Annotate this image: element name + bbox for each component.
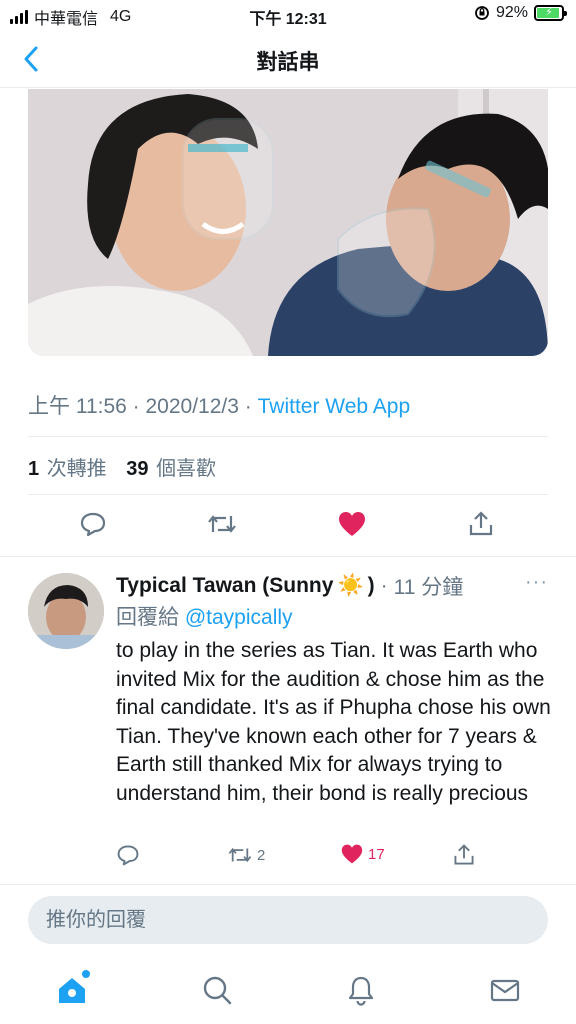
tweet-date: 2020/12/3 (145, 395, 239, 418)
reply-retweet-count: 2 (257, 846, 266, 864)
meta-separator: · (238, 395, 258, 418)
sun-emoji-icon: ☀️ (337, 574, 364, 597)
tab-notifications[interactable] (341, 970, 381, 1010)
reply-like-button[interactable]: 17 (340, 843, 385, 865)
share-icon (454, 844, 474, 865)
tweet-meta: 上午 11:56 · 2020/12/3 · Twitter Web App (28, 390, 410, 420)
reply-text: to play in the series as Tian. It was Ea… (116, 639, 551, 805)
tweet-stats: 1 次轉推 39 個喜歡 (28, 452, 230, 481)
nav-bar: 對話串 (0, 30, 576, 88)
reply-share-button[interactable] (452, 843, 476, 867)
reply-to-handle[interactable]: @taypically (185, 606, 293, 629)
battery-icon: ⚡ (534, 5, 567, 21)
tweet-actions (0, 506, 576, 546)
reply-author-name[interactable]: Typical Tawan (Sunny (116, 574, 333, 598)
reply-actions: 2 17 (0, 843, 576, 873)
page-title: 對話串 (256, 51, 320, 74)
reply-tweet[interactable]: Typical Tawan (Sunny ☀️ ) · 11 分鐘 ··· 回覆… (0, 557, 576, 884)
search-icon (203, 976, 232, 1005)
like-count: 39 (126, 458, 149, 480)
status-right: 92% ⚡ (474, 4, 567, 22)
reply-retweet-button[interactable]: 2 (227, 843, 265, 867)
tweet-photo[interactable] (28, 89, 548, 356)
tab-search[interactable] (197, 970, 237, 1010)
tweet-time: 上午 11:56 (28, 395, 127, 418)
reply-reply-button[interactable] (116, 843, 140, 867)
heart-filled-icon (341, 844, 363, 864)
retweet-button[interactable] (204, 506, 240, 542)
retweet-label: 次轉推 (46, 458, 107, 480)
photo-illustration (28, 89, 548, 356)
like-button[interactable] (334, 506, 370, 542)
reply-button[interactable] (75, 506, 111, 542)
retweet-count: 1 (28, 458, 40, 480)
tweet-source-link[interactable]: Twitter Web App (258, 395, 411, 418)
divider (28, 494, 548, 495)
reply-to-line: 回覆給 @taypically (116, 601, 293, 631)
reply-header: Typical Tawan (Sunny ☀️ ) · 11 分鐘 (116, 571, 463, 601)
reply-to-label: 回覆給 (116, 606, 179, 629)
tab-home[interactable] (52, 970, 92, 1010)
tab-bar (0, 956, 576, 1024)
reply-compose-box[interactable] (28, 896, 548, 944)
share-button[interactable] (463, 506, 499, 542)
reply-dot: · (380, 574, 388, 597)
retweet-stat[interactable]: 1 次轉推 (28, 458, 121, 480)
charging-bolt-icon: ⚡ (545, 6, 553, 19)
orientation-lock-icon (475, 6, 489, 20)
retweet-icon (228, 847, 252, 863)
meta-separator: · (126, 395, 146, 418)
share-icon (469, 511, 493, 536)
bell-icon (348, 976, 374, 1006)
battery-percent: 92% (495, 4, 528, 21)
mail-icon (490, 979, 520, 1002)
reply-author-name-end: ) (367, 574, 375, 597)
avatar-image (28, 573, 104, 649)
retweet-icon (208, 515, 236, 533)
avatar[interactable] (28, 573, 104, 649)
divider (28, 436, 548, 437)
divider (0, 884, 576, 885)
notification-dot (82, 970, 90, 978)
reply-like-count: 17 (368, 845, 385, 863)
reply-icon (80, 512, 106, 537)
heart-filled-icon (339, 512, 365, 536)
more-options-icon[interactable]: ··· (525, 571, 548, 594)
home-icon (59, 978, 85, 1003)
reply-icon (117, 845, 139, 866)
like-label: 個喜歡 (156, 458, 217, 480)
reply-time: 11 分鐘 (393, 576, 464, 599)
tab-messages[interactable] (485, 970, 525, 1010)
reply-input[interactable] (28, 896, 548, 944)
status-bar: 中華電信 4G 下午 12:31 92% ⚡ (0, 0, 576, 30)
like-stat[interactable]: 39 個喜歡 (126, 458, 230, 480)
